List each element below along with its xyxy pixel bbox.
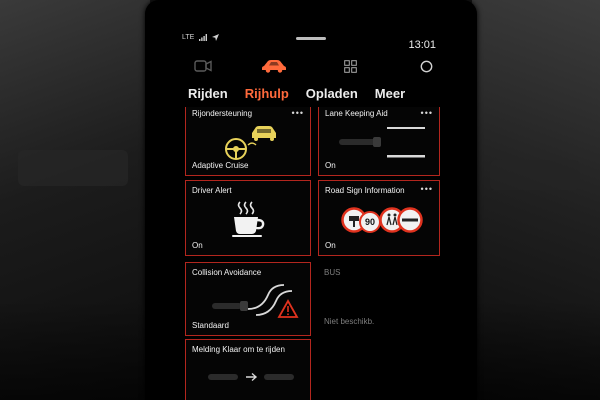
no-overtaking-sign-icon (397, 207, 423, 233)
tile-driver-alert[interactable]: Driver Alert On (185, 180, 311, 256)
tab-opladen[interactable]: Opladen (306, 86, 358, 101)
tile-title: Collision Avoidance (192, 268, 262, 277)
air-vent-left (18, 150, 128, 186)
tab-rijhulp[interactable]: Rijhulp (245, 86, 289, 101)
tile-rijondersteuning[interactable]: Rijondersteuning ••• Adaptive Cruise (185, 107, 311, 176)
center-display: LTE 13:01 Rijden Rijhulp Opladen Meer Ri… (152, 6, 470, 400)
tile-title: Melding Klaar om te rijden (192, 345, 285, 354)
more-options-icon[interactable]: ••• (421, 109, 433, 118)
bus-status: Niet beschikb. (324, 317, 375, 326)
collision-avoidance-icon (212, 284, 299, 318)
more-options-icon[interactable]: ••• (292, 109, 304, 118)
tab-rijden[interactable]: Rijden (188, 86, 228, 101)
tab-meer[interactable]: Meer (375, 86, 405, 101)
tile-status: On (325, 241, 336, 250)
status-bar: LTE (182, 34, 220, 41)
profile-icon[interactable] (418, 56, 434, 76)
tile-lane-keeping-aid[interactable]: Lane Keeping Aid ••• On (318, 107, 440, 176)
ready-to-drive-icon (208, 372, 294, 382)
tile-title: Rijondersteuning (192, 109, 253, 118)
bus-title: BUS (324, 268, 341, 277)
tile-status: On (192, 241, 203, 250)
tile-status: Adaptive Cruise (192, 161, 249, 170)
network-label: LTE (182, 34, 195, 41)
air-vent-right (490, 160, 580, 190)
tile-road-sign-information[interactable]: Road Sign Information ••• 90 On (318, 180, 440, 256)
tile-collision-avoidance[interactable]: Collision Avoidance Standaard (185, 262, 311, 336)
tile-title: Driver Alert (192, 186, 232, 195)
clock: 13:01 (408, 39, 436, 51)
tile-title: Road Sign Information (325, 186, 405, 195)
tile-title: Lane Keeping Aid (325, 109, 388, 118)
tile-status: On (325, 161, 336, 170)
tile-melding-klaar-om-te-rijden[interactable]: Melding Klaar om te rijden (185, 339, 311, 400)
tile-status: Standaard (192, 321, 229, 330)
apps-grid-icon[interactable] (342, 56, 358, 76)
location-icon (212, 34, 220, 41)
coffee-cup-icon (232, 201, 265, 237)
more-options-icon[interactable]: ••• (421, 185, 433, 194)
top-icon-bar (152, 56, 470, 78)
main-tabs: Rijden Rijhulp Opladen Meer (188, 86, 422, 101)
drag-handle[interactable] (296, 37, 326, 40)
adaptive-cruise-icon (225, 126, 276, 160)
video-camera-icon[interactable] (192, 56, 214, 76)
lane-keeping-icon (339, 127, 425, 158)
signal-icon (199, 34, 208, 41)
car-icon[interactable] (260, 56, 288, 76)
speed-limit-sign: 90 (359, 211, 381, 233)
